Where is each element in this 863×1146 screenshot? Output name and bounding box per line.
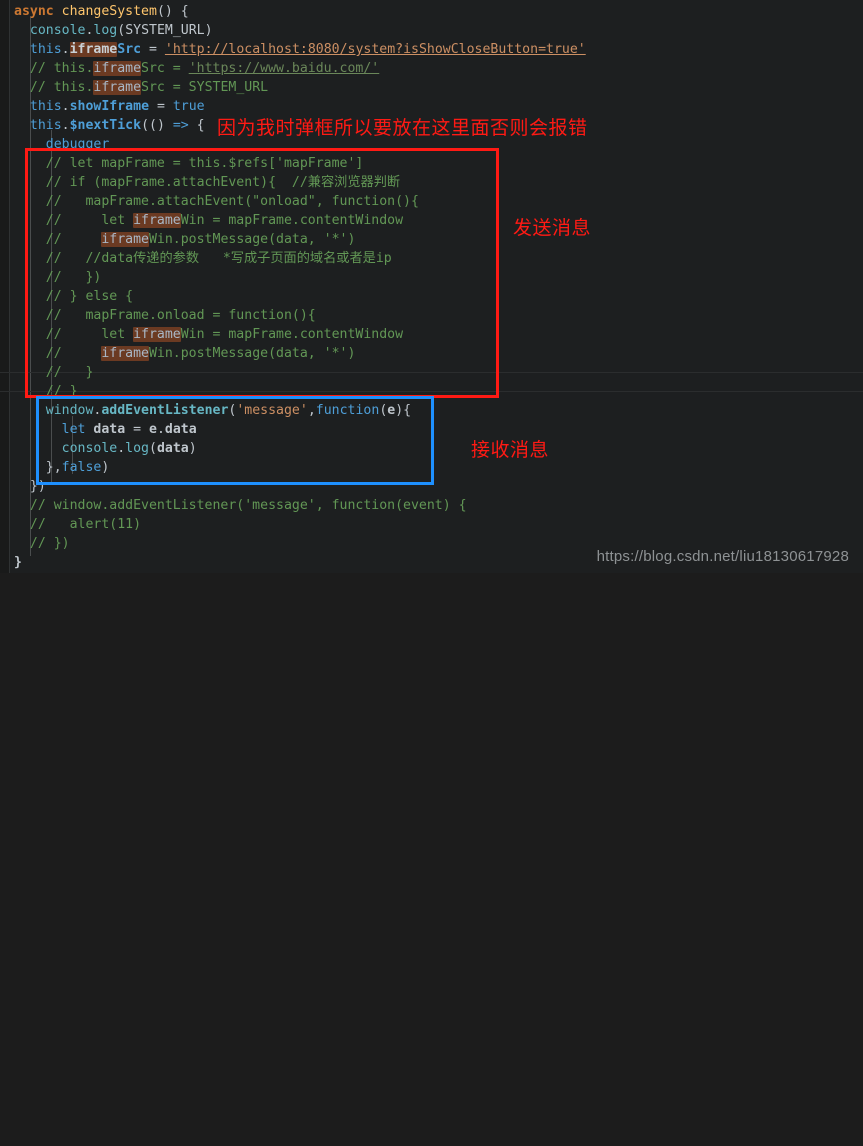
annotation-receive-message: 接收消息 xyxy=(471,439,550,461)
code-line-14: // //data传递的参数 *写成子页面的域名或者是ip xyxy=(14,251,392,266)
annotation-send-message: 发送消息 xyxy=(513,217,592,239)
code-line-15: // }) xyxy=(14,270,102,285)
code-line-18: // let iframeWin = mapFrame.contentWindo… xyxy=(14,327,404,342)
code-editor[interactable]: async changeSystem() { console.log(SYSTE… xyxy=(0,0,863,573)
code-line-4: // this.iframeSrc = 'https://www.baidu.c… xyxy=(14,61,380,76)
code-line-28: // alert(11) xyxy=(14,517,142,532)
code-line-19: // iframeWin.postMessage(data, '*') xyxy=(14,346,356,361)
code-line-10: // if (mapFrame.attachEvent){ //兼容浏览器判断 xyxy=(14,175,401,190)
code-line-21: // } xyxy=(14,384,78,399)
code-line-9: // let mapFrame = this.$refs['mapFrame'] xyxy=(14,156,364,171)
code-line-8: debugger xyxy=(45,137,110,152)
code-line-25: },false) xyxy=(14,460,110,475)
code-line-1: async changeSystem() { xyxy=(14,4,189,19)
code-line-27: // window.addEventListener('message', fu… xyxy=(14,498,467,513)
code-line-24: console.log(data) xyxy=(61,441,197,456)
code-line-16: // } else { xyxy=(14,289,134,304)
code-line-2: console.log(SYSTEM_URL) xyxy=(29,23,213,38)
code-line-5: // this.iframeSrc = SYSTEM_URL xyxy=(14,80,269,95)
code-line-7: this.$nextTick(() => { xyxy=(29,118,205,133)
code-content: async changeSystem() { console.log(SYSTE… xyxy=(0,0,863,1146)
code-line-11: // mapFrame.attachEvent("onload", functi… xyxy=(14,194,419,209)
code-line-17: // mapFrame.onload = function(){ xyxy=(14,308,316,323)
code-line-23: let data = e.data xyxy=(61,422,197,437)
code-line-30: } xyxy=(14,555,22,570)
code-line-6: this.showIframe = true xyxy=(29,99,205,114)
code-line-29: // }) xyxy=(14,536,70,551)
code-line-13: // iframeWin.postMessage(data, '*') xyxy=(14,232,356,247)
code-line-26: }) xyxy=(14,479,46,494)
annotation-top-note: 因为我时弹框所以要放在这里面否则会报错 xyxy=(217,117,588,139)
code-line-3: this.iframeSrc = 'http://localhost:8080/… xyxy=(29,42,586,57)
watermark-url: https://blog.csdn.net/liu18130617928 xyxy=(596,548,849,565)
code-line-20: // } xyxy=(14,365,94,380)
code-line-22: window.addEventListener('message',functi… xyxy=(45,403,412,418)
code-line-12: // let iframeWin = mapFrame.contentWindo… xyxy=(14,213,404,228)
